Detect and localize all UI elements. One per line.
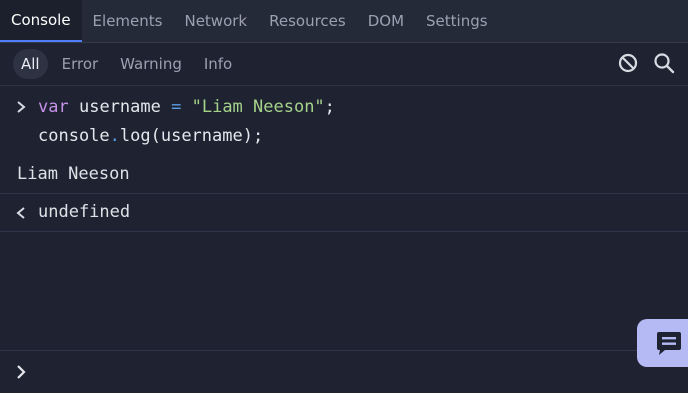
string-token: "Liam Neeson": [191, 97, 325, 117]
console-input-line-2: console.log(username);: [38, 126, 263, 146]
call-token: log(username);: [119, 126, 264, 146]
chat-icon: [657, 332, 681, 355]
console-prompt-icon[interactable]: [15, 363, 27, 385]
search-icon[interactable]: [653, 52, 675, 78]
terminator-token: ;: [324, 97, 335, 117]
divider: [0, 231, 688, 232]
tab-resources[interactable]: Resources: [258, 0, 357, 42]
console-log-output: Liam Neeson: [17, 164, 130, 184]
keyword-token: var: [38, 97, 69, 117]
filter-warning[interactable]: Warning: [112, 49, 190, 79]
tab-dom[interactable]: DOM: [357, 0, 415, 42]
prompt-divider: [0, 350, 688, 351]
console-return-value: undefined: [38, 202, 131, 222]
clear-console-icon[interactable]: [617, 52, 639, 78]
identifier-token: username: [78, 97, 161, 117]
operator-token: =: [171, 97, 182, 117]
tab-elements[interactable]: Elements: [82, 0, 174, 42]
tab-settings[interactable]: Settings: [415, 0, 499, 42]
input-prompt-icon: [15, 99, 27, 119]
result-arrow-icon: [15, 205, 27, 225]
devtools-tab-bar: Console Elements Network Resources DOM S…: [0, 0, 688, 43]
filter-info[interactable]: Info: [196, 49, 240, 79]
filter-all[interactable]: All: [13, 49, 48, 79]
console-input-line-1: var username = "Liam Neeson";: [38, 97, 335, 117]
tab-console[interactable]: Console: [0, 0, 82, 42]
console-filter-bar: All Error Warning Info: [0, 43, 688, 86]
divider: [0, 193, 688, 194]
divider: [0, 155, 688, 156]
filter-error[interactable]: Error: [54, 49, 107, 79]
feedback-button[interactable]: [637, 319, 688, 367]
object-token: console: [38, 126, 110, 146]
dot-token: .: [109, 126, 120, 146]
tab-network[interactable]: Network: [173, 0, 258, 42]
